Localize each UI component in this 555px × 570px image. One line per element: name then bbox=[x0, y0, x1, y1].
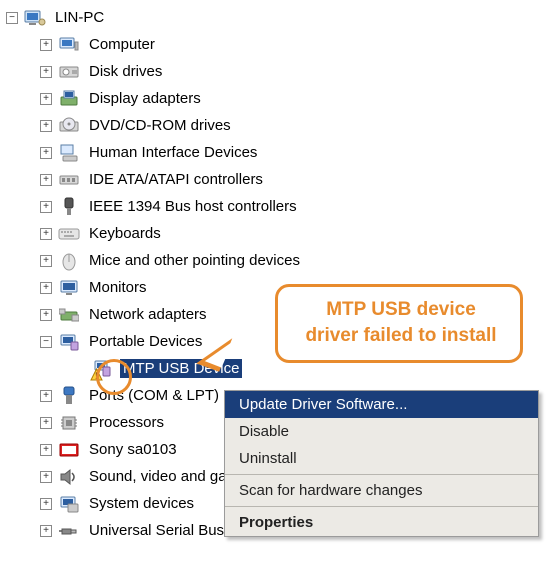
expand-icon[interactable]: + bbox=[40, 309, 52, 321]
tree-item-ide[interactable]: + IDE ATA/ATAPI controllers bbox=[6, 166, 555, 193]
ctx-disable[interactable]: Disable bbox=[225, 418, 538, 445]
portable-device-warning-icon: ! bbox=[92, 358, 114, 380]
dvd-icon bbox=[58, 115, 80, 137]
portable-icon bbox=[58, 331, 80, 353]
expand-icon[interactable]: + bbox=[40, 147, 52, 159]
expand-icon[interactable]: + bbox=[40, 66, 52, 78]
ctx-update-driver[interactable]: Update Driver Software... bbox=[225, 391, 538, 418]
tree-item-label: Mice and other pointing devices bbox=[86, 251, 303, 270]
tree-item-label: Keyboards bbox=[86, 224, 164, 243]
tree-item-label: System devices bbox=[86, 494, 197, 513]
expand-icon[interactable]: + bbox=[40, 525, 52, 537]
system-icon bbox=[58, 493, 80, 515]
tree-item-mice[interactable]: + Mice and other pointing devices bbox=[6, 247, 555, 274]
expand-icon[interactable]: + bbox=[40, 282, 52, 294]
expand-icon[interactable]: + bbox=[40, 471, 52, 483]
context-menu: Update Driver Software... Disable Uninst… bbox=[224, 390, 539, 537]
hid-icon bbox=[58, 142, 80, 164]
tree-item-label: Sony sa0103 bbox=[86, 440, 180, 459]
tree-item-label: Monitors bbox=[86, 278, 150, 297]
sound-icon bbox=[58, 466, 80, 488]
tree-item-disk-drives[interactable]: + Disk drives bbox=[6, 58, 555, 85]
expand-icon[interactable]: + bbox=[40, 390, 52, 402]
collapse-icon[interactable]: − bbox=[6, 12, 18, 24]
tree-item-hid[interactable]: + Human Interface Devices bbox=[6, 139, 555, 166]
callout-line1: MTP USB device bbox=[296, 297, 506, 323]
expand-icon[interactable]: + bbox=[40, 93, 52, 105]
ctx-uninstall[interactable]: Uninstall bbox=[225, 445, 538, 472]
ctx-properties[interactable]: Properties bbox=[225, 509, 538, 536]
tree-item-label: Disk drives bbox=[86, 62, 165, 81]
tree-item-label: Display adapters bbox=[86, 89, 204, 108]
tree-item-ieee1394[interactable]: + IEEE 1394 Bus host controllers bbox=[6, 193, 555, 220]
ctx-separator bbox=[225, 474, 538, 475]
ctx-scan-hardware[interactable]: Scan for hardware changes bbox=[225, 477, 538, 504]
tree-item-label: IEEE 1394 Bus host controllers bbox=[86, 197, 300, 216]
tree-item-label: Human Interface Devices bbox=[86, 143, 260, 162]
ide-icon bbox=[58, 169, 80, 191]
expand-icon[interactable]: + bbox=[40, 201, 52, 213]
ctx-separator bbox=[225, 506, 538, 507]
keyboard-icon bbox=[58, 223, 80, 245]
disk-icon bbox=[58, 61, 80, 83]
tree-item-label: IDE ATA/ATAPI controllers bbox=[86, 170, 266, 189]
expand-icon[interactable]: + bbox=[40, 120, 52, 132]
cpu-icon bbox=[58, 412, 80, 434]
tree-item-dvd[interactable]: + DVD/CD-ROM drives bbox=[6, 112, 555, 139]
annotation-callout: MTP USB device driver failed to install bbox=[275, 284, 523, 363]
expand-icon[interactable]: + bbox=[40, 498, 52, 510]
computer-icon bbox=[58, 34, 80, 56]
display-icon bbox=[58, 88, 80, 110]
computer-root-icon bbox=[24, 7, 46, 29]
tree-item-label: Computer bbox=[86, 35, 158, 54]
expand-icon[interactable]: + bbox=[40, 39, 52, 51]
expand-icon[interactable]: + bbox=[40, 417, 52, 429]
callout-line2: driver failed to install bbox=[296, 323, 506, 349]
expand-icon[interactable]: + bbox=[40, 228, 52, 240]
monitor-icon bbox=[58, 277, 80, 299]
network-icon bbox=[58, 304, 80, 326]
tree-item-label: Network adapters bbox=[86, 305, 210, 324]
ports-icon bbox=[58, 385, 80, 407]
sony-icon bbox=[58, 439, 80, 461]
expand-icon[interactable]: + bbox=[40, 255, 52, 267]
expand-icon[interactable]: + bbox=[40, 444, 52, 456]
tree-root-node[interactable]: − LIN-PC bbox=[6, 4, 555, 31]
usb-icon bbox=[58, 520, 80, 542]
tree-item-display-adapters[interactable]: + Display adapters bbox=[6, 85, 555, 112]
collapse-icon[interactable]: − bbox=[40, 336, 52, 348]
ieee-icon bbox=[58, 196, 80, 218]
tree-item-label: Processors bbox=[86, 413, 167, 432]
tree-item-keyboards[interactable]: + Keyboards bbox=[6, 220, 555, 247]
tree-item-computer[interactable]: + Computer bbox=[6, 31, 555, 58]
svg-text:!: ! bbox=[95, 371, 98, 381]
mouse-icon bbox=[58, 250, 80, 272]
tree-item-label: Portable Devices bbox=[86, 332, 205, 351]
tree-root-label: LIN-PC bbox=[52, 8, 107, 27]
tree-item-label: DVD/CD-ROM drives bbox=[86, 116, 234, 135]
expand-icon[interactable]: + bbox=[40, 174, 52, 186]
tree-item-label: Ports (COM & LPT) bbox=[86, 386, 222, 405]
